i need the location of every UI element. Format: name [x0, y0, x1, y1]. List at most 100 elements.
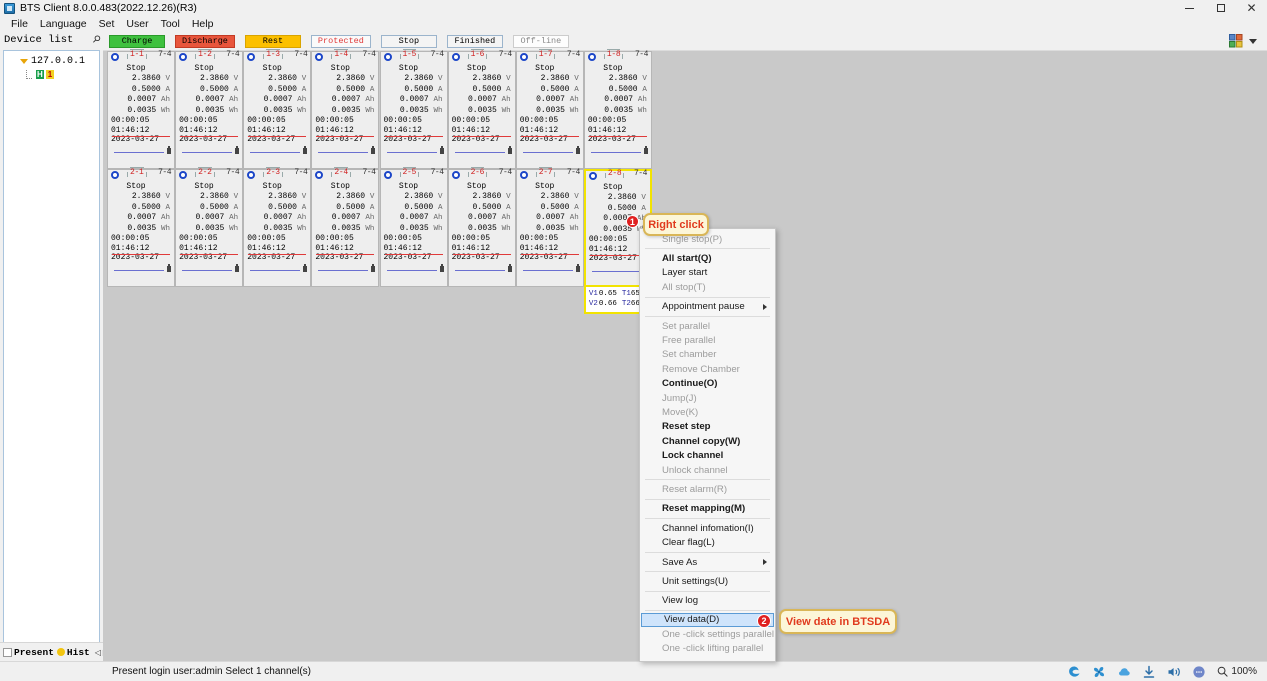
channel-voltage: 2.3860	[268, 192, 297, 201]
tree-node-root[interactable]: 127.0.0.1	[4, 55, 99, 68]
fan-icon[interactable]	[1092, 665, 1106, 679]
unit-a: A	[506, 203, 511, 212]
cloud-icon[interactable]	[1117, 665, 1131, 679]
channel-voltage: 2.3860	[608, 74, 638, 83]
plug-icon	[167, 146, 171, 154]
minimize-button[interactable]	[1174, 0, 1205, 16]
channel-energy: 0.0035	[195, 105, 225, 115]
menu-user[interactable]: User	[120, 17, 154, 31]
aux-t2-key: T2	[621, 300, 631, 308]
menuitem-view-data[interactable]: View data(D)	[641, 612, 774, 627]
menuitem-save-as[interactable]: Save As	[640, 555, 775, 569]
channel-card[interactable]: 1-4 7-4 Stop 2.3860 V 0.5000 A 0.0007 Ah…	[311, 49, 380, 169]
tab-present[interactable]: Present	[3, 647, 54, 658]
channel-voltage: 2.3860	[472, 192, 502, 201]
channel-voltage: 2.3860	[404, 192, 434, 201]
channel-step-time: 00:00:05	[111, 116, 150, 125]
submenu-arrow-icon	[763, 303, 767, 310]
download-icon[interactable]	[1142, 665, 1156, 679]
plug-icon	[235, 264, 240, 272]
channel-step-time: 00:00:05	[247, 234, 286, 243]
chart-line-blue	[590, 152, 641, 153]
channel-card[interactable]: 1-7 7-4 Stop 2.3860 V 0.5000 A 0.0007 Ah…	[515, 49, 584, 169]
chevron-down-icon[interactable]	[1249, 38, 1257, 44]
channel-card[interactable]: 2-7 7-4 Stop 2.3860 V 0.5000 A 0.0007 Ah…	[515, 167, 584, 287]
menuitem-channel-information[interactable]: Channel infomation(I)	[640, 521, 775, 535]
plug-icon	[303, 264, 308, 272]
menuitem-reset-mapping[interactable]: Reset mapping(M)	[640, 502, 775, 516]
legend-discharge[interactable]: Discharge	[175, 34, 235, 48]
plug-icon	[575, 264, 580, 272]
maximize-button[interactable]	[1205, 0, 1236, 16]
menuitem-view-log[interactable]: View log	[640, 594, 775, 608]
legend-rest[interactable]: Rest	[244, 34, 301, 48]
speaker-mute-icon[interactable]	[1167, 665, 1181, 679]
channel-status-dot-icon	[451, 171, 460, 179]
channel-card[interactable]: 1-2 7-4 Stop 2.3860 V 0.5000 A 0.0007 Ah…	[175, 49, 244, 169]
menuitem-appointment-pause[interactable]: Appointment pause	[640, 300, 775, 314]
card-header: 2-6 7-4	[449, 167, 515, 181]
tree-node-child[interactable]: H 1	[4, 68, 99, 81]
chart-line-red	[316, 254, 375, 255]
unit-v: V	[574, 75, 579, 83]
channel-total-time: 01:46:12	[111, 243, 150, 253]
menuitem-clear-flag[interactable]: Clear flag(L)	[640, 535, 775, 549]
pin-icon[interactable]: ⚲	[89, 33, 103, 47]
menu-tool[interactable]: Tool	[155, 17, 186, 31]
channel-card[interactable]: 1-1 7-4 Stop 2.3860 V 0.5000 A 0.0007 Ah…	[107, 49, 175, 169]
tab-hist[interactable]: Hist	[56, 647, 90, 658]
aux-t1-key: T1	[621, 290, 631, 298]
menuitem-channel-copy[interactable]: Channel copy(W)	[640, 434, 775, 448]
edge-icon[interactable]	[1067, 665, 1081, 679]
chat-icon[interactable]	[1192, 665, 1206, 679]
grid-view-icon[interactable]	[1229, 34, 1243, 48]
unit-a: A	[574, 203, 579, 212]
channel-card[interactable]: 2-5 7-4 Stop 2.3860 V 0.5000 A 0.0007 Ah…	[379, 167, 448, 287]
app-window: BTS Client 8.0.0.483(2022.12.26)(R3) ✕ F…	[0, 0, 1267, 681]
channel-current: 0.5000	[540, 84, 570, 94]
channel-card[interactable]: 2-4 7-4 Stop 2.3860 V 0.5000 A 0.0007 Ah…	[311, 167, 380, 287]
channel-card-wrapper: 1-1 7-4 Stop 2.3860 V 0.5000 A 0.0007 Ah…	[107, 49, 175, 169]
channel-card[interactable]: 2-3 7-4 Stop 2.3860 V 0.5000 A 0.0007 Ah…	[243, 167, 312, 287]
channel-card[interactable]: 1-8 7-4 Stop 2.3860 V 0.5000 A 0.0007 Ah…	[583, 49, 652, 169]
menuitem-lock-channel[interactable]: Lock channel	[640, 448, 775, 462]
channel-voltage: 2.3860	[540, 192, 570, 201]
menuitem-continue[interactable]: Continue(O)	[640, 377, 775, 391]
legend-stop[interactable]: Stop	[380, 34, 437, 48]
legend-protected[interactable]: Protected	[310, 34, 371, 48]
menu-set[interactable]: Set	[93, 17, 121, 31]
menuitem-unit-settings[interactable]: Unit settings(U)	[640, 574, 775, 588]
channel-capacity: 0.0007	[127, 95, 157, 104]
channel-card[interactable]: 1-6 7-4 Stop 2.3860 V 0.5000 A 0.0007 Ah…	[447, 49, 516, 169]
menu-file[interactable]: File	[5, 17, 34, 31]
channel-card[interactable]: 2-1 7-4 Stop 2.3860 V 0.5000 A 0.0007 Ah…	[107, 167, 175, 287]
legend-charge[interactable]: Charge	[109, 34, 165, 48]
channel-card[interactable]: 2-6 7-4 Stop 2.3860 V 0.5000 A 0.0007 Ah…	[447, 167, 516, 287]
zoom-indicator[interactable]: 100%	[1217, 666, 1257, 677]
unit-v: V	[165, 75, 170, 83]
channel-card[interactable]: 1-5 7-4 Stop 2.3860 V 0.5000 A 0.0007 Ah…	[379, 49, 448, 169]
menu-language[interactable]: Language	[34, 17, 93, 31]
menuitem-layer-start[interactable]: Layer start	[640, 266, 775, 280]
menuitem-all-start[interactable]: All start(Q)	[640, 251, 775, 265]
channel-sub-label: 7-4	[498, 50, 512, 59]
channel-current: 0.5000	[404, 84, 434, 94]
channel-card-wrapper: 2-7 7-4 Stop 2.3860 V 0.5000 A 0.0007 Ah…	[515, 167, 584, 287]
channel-card[interactable]: 2-2 7-4 Stop 2.3860 V 0.5000 A 0.0007 Ah…	[175, 167, 244, 287]
tab-prev-button[interactable]: ◁	[95, 648, 101, 657]
legend-offline[interactable]: Off-line	[512, 34, 569, 48]
channel-step-time: 00:00:05	[179, 234, 218, 243]
channel-current: 0.5000	[607, 203, 637, 213]
menuitem-reset-step[interactable]: Reset step	[640, 420, 775, 434]
menu-help[interactable]: Help	[186, 17, 220, 31]
device-tree[interactable]: 127.0.0.1 H 1	[3, 50, 100, 651]
channel-capacity: 0.0007	[399, 213, 429, 222]
channel-energy: 0.0035	[399, 223, 429, 233]
channel-total-time: 01:46:12	[451, 243, 491, 253]
channel-card[interactable]: 1-3 7-4 Stop 2.3860 V 0.5000 A 0.0007 Ah…	[243, 49, 312, 169]
channel-energy: 0.0035	[127, 223, 157, 233]
legend-finished[interactable]: Finished	[446, 34, 503, 48]
channel-id-label: 1-7	[535, 49, 555, 59]
close-button[interactable]: ✕	[1236, 0, 1267, 16]
channel-state: Stop	[330, 64, 350, 73]
